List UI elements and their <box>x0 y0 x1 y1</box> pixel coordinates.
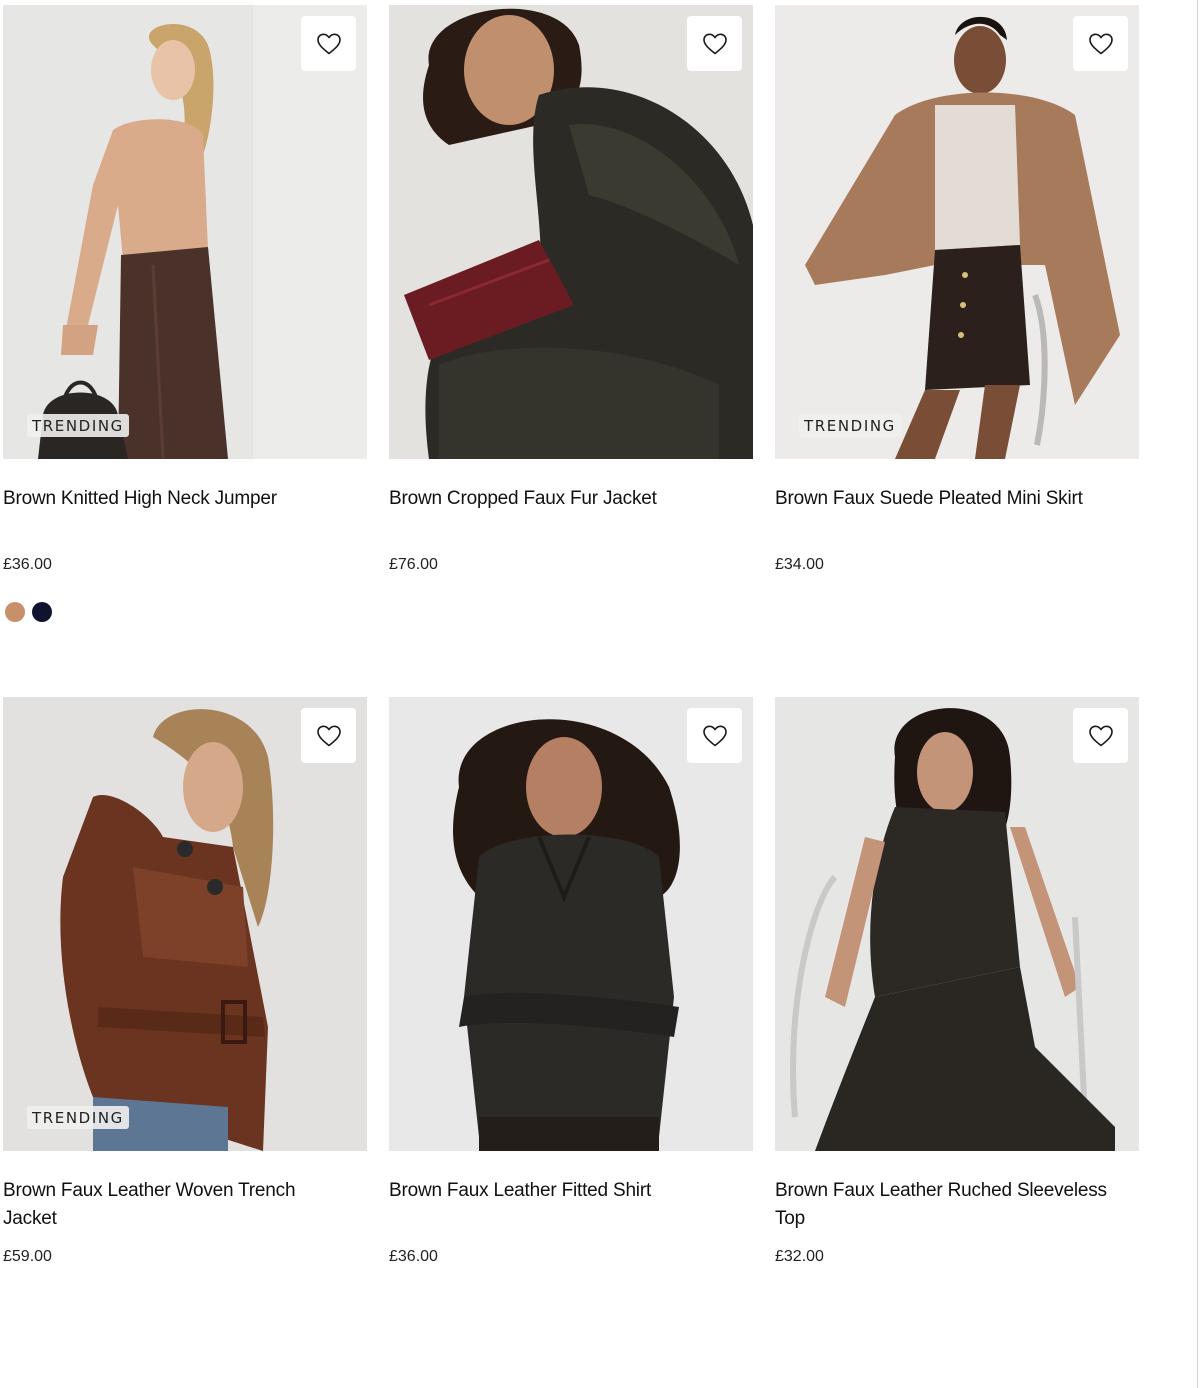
product-image-container[interactable]: TRENDING <box>775 5 1139 459</box>
heart-outline-icon <box>316 725 341 746</box>
product-photo[interactable] <box>3 697 367 1151</box>
heart-outline-icon <box>1088 33 1113 54</box>
swatch-navy[interactable] <box>32 602 52 622</box>
product-photo[interactable] <box>389 697 753 1151</box>
product-name[interactable]: Brown Faux Leather Fitted Shirt <box>389 1177 739 1205</box>
add-to-wishlist-button[interactable] <box>687 708 742 763</box>
product-price: £59.00 <box>3 1248 52 1265</box>
product-card[interactable]: Brown Cropped Faux Fur Jacket £76.00 <box>389 5 753 573</box>
product-price: £34.00 <box>775 556 824 573</box>
product-image-container[interactable]: TRENDING <box>3 697 367 1151</box>
product-photo[interactable] <box>3 5 367 459</box>
add-to-wishlist-button[interactable] <box>687 16 742 71</box>
scrollbar-track <box>1197 0 1198 1388</box>
product-grid-page: TRENDING Brown Knitted High Neck Jumper … <box>0 0 1200 1388</box>
product-card[interactable]: TRENDING Brown Knitted High Neck Jumper … <box>3 5 367 622</box>
heart-outline-icon <box>702 33 727 54</box>
add-to-wishlist-button[interactable] <box>301 16 356 71</box>
product-price: £36.00 <box>3 556 52 573</box>
add-to-wishlist-button[interactable] <box>1073 16 1128 71</box>
product-image-container[interactable] <box>775 697 1139 1151</box>
product-photo[interactable] <box>389 5 753 459</box>
colour-swatches <box>5 602 52 622</box>
product-card[interactable]: TRENDING Brown Faux Suede Pleated Mini S… <box>775 5 1139 573</box>
product-image-container[interactable]: TRENDING <box>3 5 367 459</box>
product-photo[interactable] <box>775 697 1139 1151</box>
trending-badge: TRENDING <box>27 414 129 437</box>
product-card[interactable]: Brown Faux Leather Ruched Sleeveless Top… <box>775 697 1139 1265</box>
heart-outline-icon <box>702 725 727 746</box>
add-to-wishlist-button[interactable] <box>301 708 356 763</box>
product-card[interactable]: Brown Faux Leather Fitted Shirt £36.00 <box>389 697 753 1265</box>
product-name[interactable]: Brown Knitted High Neck Jumper <box>3 485 353 513</box>
product-photo[interactable] <box>775 5 1139 459</box>
product-price: £36.00 <box>389 1248 438 1265</box>
product-image-container[interactable] <box>389 5 753 459</box>
product-name[interactable]: Brown Cropped Faux Fur Jacket <box>389 485 739 513</box>
product-price: £32.00 <box>775 1248 824 1265</box>
product-name[interactable]: Brown Faux Suede Pleated Mini Skirt <box>775 485 1125 513</box>
add-to-wishlist-button[interactable] <box>1073 708 1128 763</box>
product-card[interactable]: TRENDING Brown Faux Leather Woven Trench… <box>3 697 367 1265</box>
swatch-tan[interactable] <box>5 602 25 622</box>
product-price: £76.00 <box>389 556 438 573</box>
trending-badge: TRENDING <box>799 414 901 437</box>
product-name[interactable]: Brown Faux Leather Ruched Sleeveless Top <box>775 1177 1125 1233</box>
heart-outline-icon <box>316 33 341 54</box>
heart-outline-icon <box>1088 725 1113 746</box>
trending-badge: TRENDING <box>27 1106 129 1129</box>
product-image-container[interactable] <box>389 697 753 1151</box>
product-name[interactable]: Brown Faux Leather Woven Trench Jacket <box>3 1177 353 1233</box>
